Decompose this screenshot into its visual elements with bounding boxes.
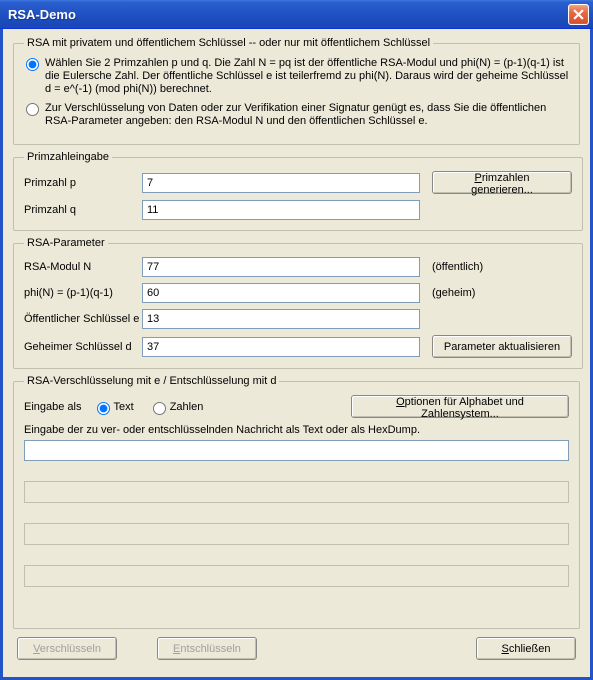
close-icon[interactable] — [568, 4, 589, 25]
msg-input[interactable] — [24, 440, 569, 461]
mode-label-full[interactable]: Wählen Sie 2 Primzahlen p und q. Die Zah… — [45, 57, 569, 96]
params-group: RSA-Parameter RSA-Modul N (öffentlich) p… — [13, 237, 583, 369]
output-box-1 — [24, 481, 569, 503]
close-button[interactable]: Schließen — [476, 637, 576, 660]
mode-label-pubonly[interactable]: Zur Verschlüsselung von Daten oder zur V… — [45, 102, 569, 128]
e-input[interactable] — [142, 309, 420, 329]
mode-numbers-label[interactable]: Zahlen — [148, 399, 204, 415]
e-label: Öffentlicher Schlüssel e — [24, 313, 142, 325]
q-input[interactable] — [142, 200, 420, 220]
crypt-group: RSA-Verschlüsselung mit e / Entschlüssel… — [13, 375, 580, 629]
mode-text-label[interactable]: Text — [92, 399, 134, 415]
output-box-2 — [24, 523, 569, 545]
encrypt-button[interactable]: Verschlüsseln — [17, 637, 117, 660]
msg-label: Eingabe der zu ver- oder entschlüsselnde… — [24, 424, 569, 436]
p-input[interactable] — [142, 173, 420, 193]
bottom-bar: Verschlüsseln Entschlüsseln Schließen — [13, 637, 580, 660]
output-box-3 — [24, 565, 569, 587]
primes-group: Primzahleingabe Primzahl p Primzahlen ge… — [13, 151, 583, 231]
client-area: RSA mit privatem und öffentlichem Schlüs… — [0, 29, 593, 680]
phi-note: (geheim) — [432, 287, 475, 299]
mode-radio-pubonly[interactable] — [26, 103, 39, 116]
phi-label: phi(N) = (p-1)(q-1) — [24, 287, 142, 299]
phi-input[interactable] — [142, 283, 420, 303]
options-button[interactable]: Optionen für Alphabet und Zahlensystem..… — [351, 395, 569, 418]
n-note: (öffentlich) — [432, 261, 483, 273]
generate-primes-button[interactable]: Primzahlen generieren... — [432, 171, 572, 194]
primes-legend: Primzahleingabe — [24, 151, 112, 163]
crypt-legend: RSA-Verschlüsselung mit e / Entschlüssel… — [24, 375, 279, 387]
n-label: RSA-Modul N — [24, 261, 142, 273]
titlebar: RSA-Demo — [0, 0, 593, 29]
window-title: RSA-Demo — [8, 7, 568, 22]
decrypt-button[interactable]: Entschlüsseln — [157, 637, 257, 660]
d-label: Geheimer Schlüssel d — [24, 341, 142, 353]
params-legend: RSA-Parameter — [24, 237, 108, 249]
p-label: Primzahl p — [24, 177, 142, 189]
mode-numbers-radio[interactable] — [153, 402, 166, 415]
d-input[interactable] — [142, 337, 420, 357]
mode-text-radio[interactable] — [97, 402, 110, 415]
mode-legend: RSA mit privatem und öffentlichem Schlüs… — [24, 37, 433, 49]
update-params-button[interactable]: Parameter aktualisieren — [432, 335, 572, 358]
mode-radio-full[interactable] — [26, 58, 39, 71]
q-label: Primzahl q — [24, 204, 142, 216]
mode-group: RSA mit privatem und öffentlichem Schlüs… — [13, 37, 580, 145]
n-input[interactable] — [142, 257, 420, 277]
input-as-label: Eingabe als — [24, 401, 82, 413]
